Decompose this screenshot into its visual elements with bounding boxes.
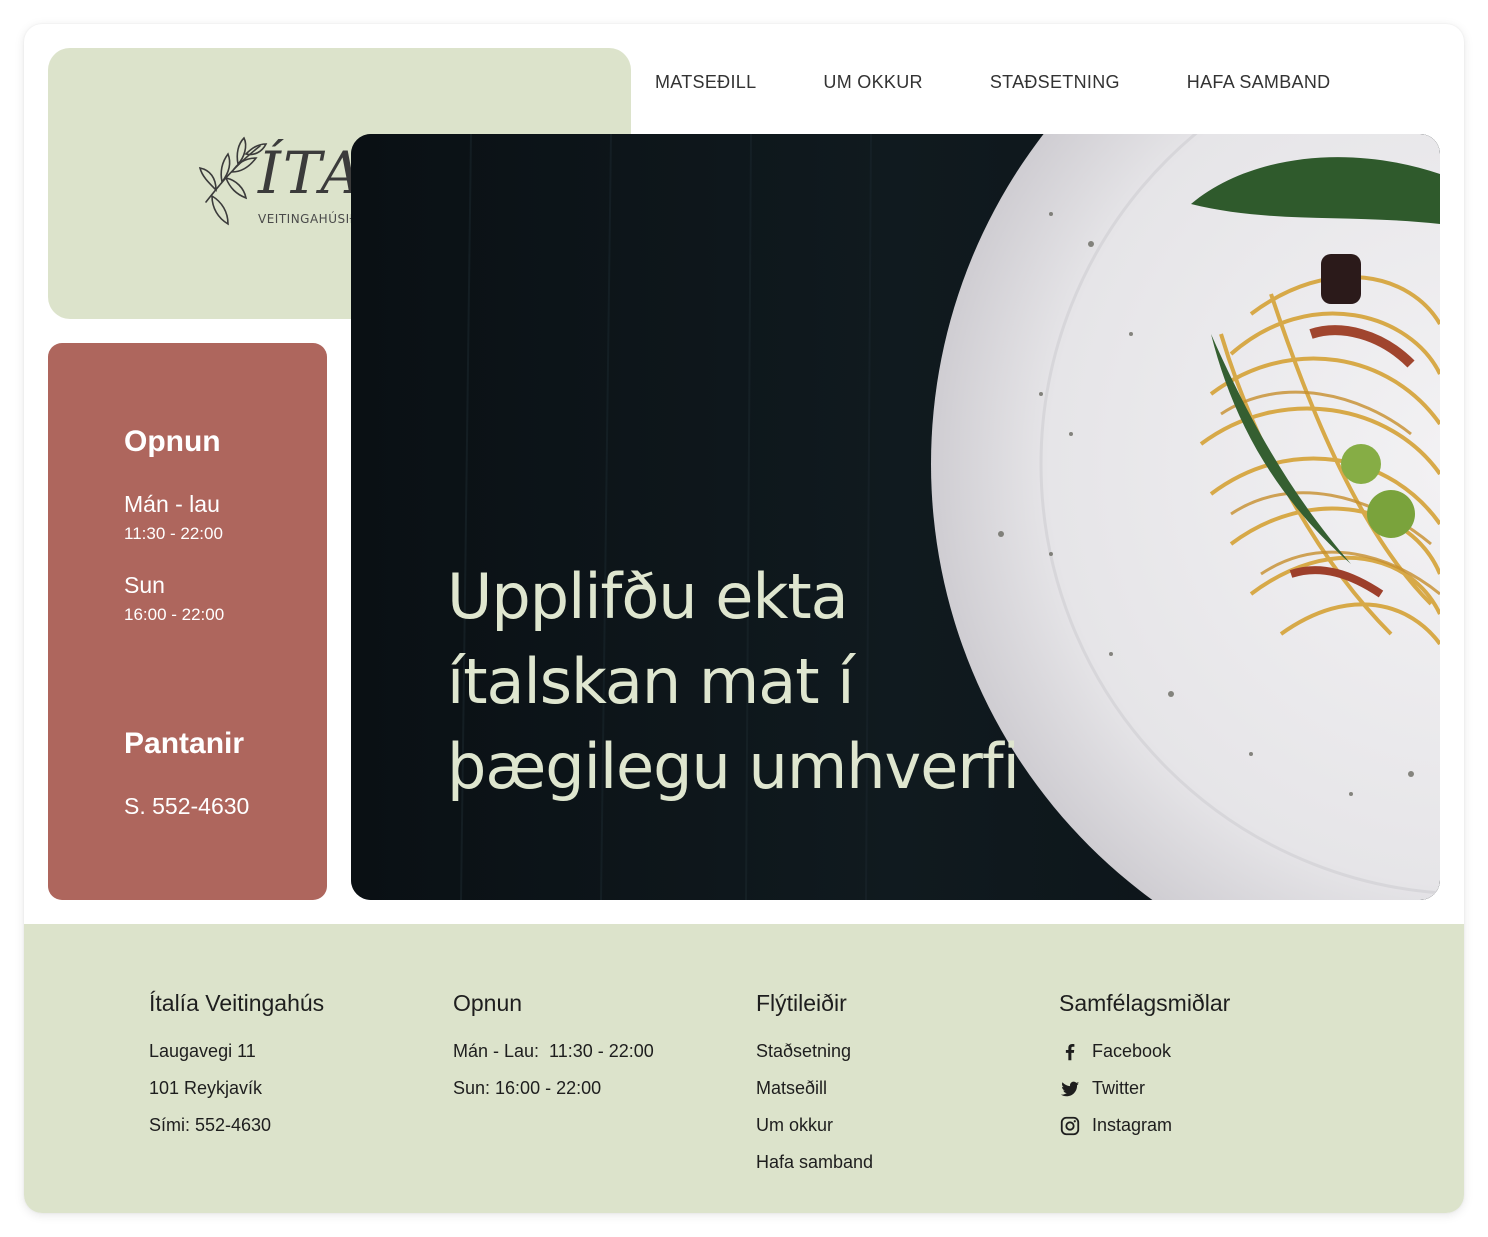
hours-day: Mán - lau (124, 491, 220, 517)
hours-time: 16:00 - 22:00 (124, 605, 225, 624)
footer-address-line: Laugavegi 11 (149, 1041, 256, 1061)
hours-panel: Opnun Mán - lau 11:30 - 22:00 Sun 16:00 … (48, 343, 327, 900)
social-label: Facebook (1092, 1041, 1172, 1061)
footer-col-links: Flýtileiðir Staðsetning Matseðill Um okk… (756, 990, 873, 1189)
footer-link-contact[interactable]: Hafa samband (756, 1152, 873, 1189)
footer-col-address: Ítalía Veitingahús Laugavegi 11 101 Reyk… (149, 990, 324, 1152)
social-link-twitter[interactable]: Twitter (1059, 1078, 1230, 1115)
hero-headline: Upplifðu ekta ítalskan mat í þægilegu um… (447, 554, 1087, 809)
instagram-icon (1060, 1116, 1080, 1136)
social-link-instagram[interactable]: Instagram (1059, 1115, 1230, 1152)
nav-item-location[interactable]: STAÐSETNING (990, 72, 1120, 96)
social-link-facebook[interactable]: Facebook (1059, 1041, 1230, 1078)
social-label: Twitter (1092, 1078, 1146, 1098)
reservations-title: Pantanir (124, 727, 245, 760)
footer-address-line: 101 Reykjavík (149, 1078, 263, 1098)
hours-title: Opnun (124, 425, 221, 458)
hero-headline-line: Upplifðu ekta (447, 560, 849, 633)
footer-link-about[interactable]: Um okkur (756, 1115, 873, 1152)
logo-subtitle: VEITINGAHÚSIÐ (258, 212, 360, 226)
footer: Ítalía Veitingahús Laugavegi 11 101 Reyk… (24, 924, 1464, 1213)
hero-headline-line: þægilegu umhverfi (447, 730, 1020, 803)
footer-phone[interactable]: Sími: 552-4630 (149, 1115, 324, 1152)
twitter-icon (1060, 1081, 1080, 1097)
hero-banner: Upplifðu ekta ítalskan mat í þægilegu um… (351, 134, 1440, 900)
nav-item-menu[interactable]: MATSEÐILL (655, 72, 756, 96)
social-label: Instagram (1092, 1115, 1173, 1135)
nav-item-contact[interactable]: HAFA SAMBAND (1187, 72, 1331, 96)
footer-col-title: Ítalía Veitingahús (149, 990, 325, 1016)
main-nav: MATSEÐILL UM OKKUR STAÐSETNING HAFA SAMB… (655, 72, 1397, 96)
footer-col-title: Flýtileiðir (756, 990, 847, 1016)
footer-hours-line: Sun: 16:00 - 22:00 (453, 1078, 602, 1098)
nav-item-about[interactable]: UM OKKUR (823, 72, 922, 96)
footer-col-social: Samfélagsmiðlar Facebook Twitter Instagr… (1059, 990, 1230, 1152)
footer-col-title: Samfélagsmiðlar (1059, 990, 1231, 1016)
footer-col-hours: Opnun Mán - Lau: 11:30 - 22:00 Sun: 16:0… (453, 990, 654, 1115)
footer-link-location[interactable]: Staðsetning (756, 1041, 873, 1078)
footer-hours-line: Mán - Lau: 11:30 - 22:00 (453, 1041, 654, 1061)
hours-time: 11:30 - 22:00 (124, 524, 223, 543)
hours-day: Sun (124, 572, 165, 598)
hero-headline-line: ítalskan mat í (447, 645, 855, 718)
reservations-phone[interactable]: S. 552-4630 (124, 793, 249, 820)
footer-col-title: Opnun (453, 990, 523, 1016)
page-card: ÍTALÍA VEITINGAHÚSIÐ MATSEÐILL UM OKKUR … (24, 24, 1464, 1213)
facebook-icon (1065, 1044, 1075, 1061)
footer-link-menu[interactable]: Matseðill (756, 1078, 873, 1115)
